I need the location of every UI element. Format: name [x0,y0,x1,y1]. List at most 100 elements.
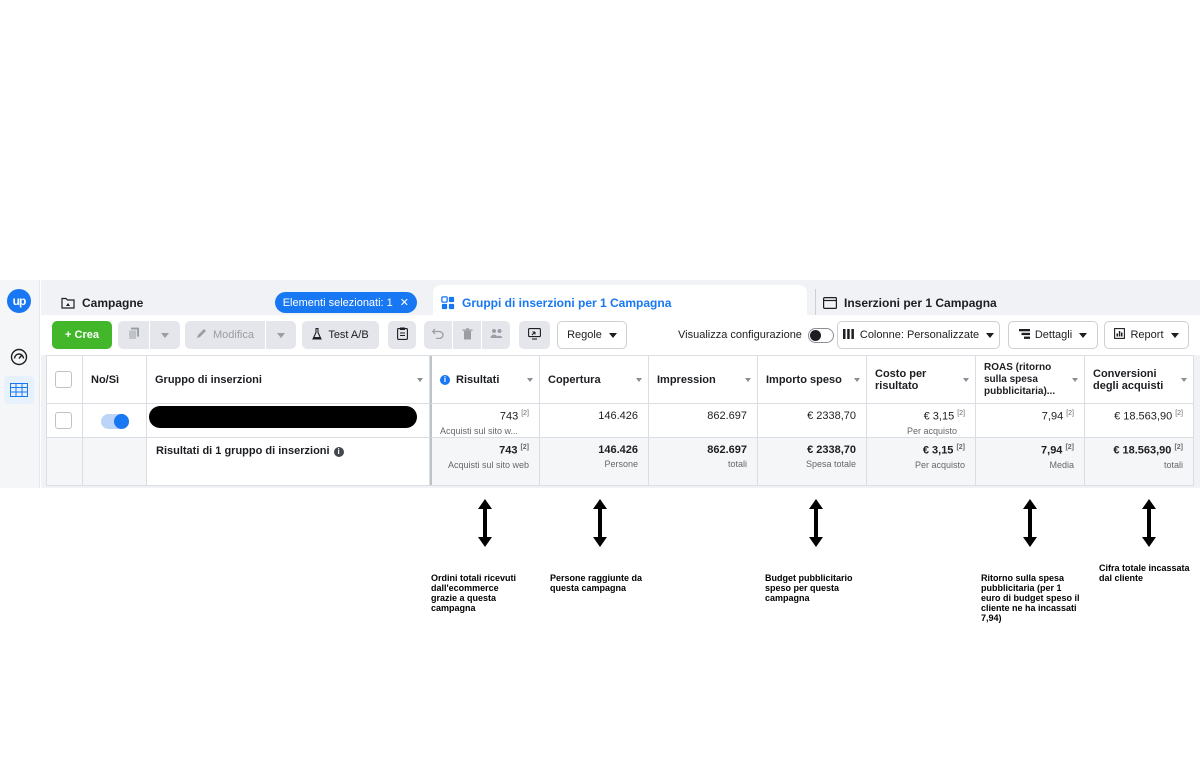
rules-dropdown[interactable]: Regole [557,321,627,349]
total-roas-subtext: Media [1049,459,1074,470]
sort-icon [417,377,423,382]
onoff-header-label: No/Sì [91,373,120,386]
redacted-name [149,406,417,428]
gauge-icon[interactable] [9,347,29,367]
column-header-purchase-conversions[interactable]: Conversioni degli acquisti [1085,356,1193,404]
total-reach-cell: 146.426 Persone [540,438,649,485]
report-icon [1114,328,1126,342]
flask-icon [312,327,323,343]
export-button[interactable] [519,321,550,349]
edit-button[interactable]: Modifica [185,321,265,349]
share-icon [528,327,541,343]
ad-window-icon [823,296,837,310]
roas-value: 7,94 [2] [1041,410,1074,423]
columns-dropdown[interactable]: Colonne: Personalizzate [837,321,1000,349]
trash-icon [462,327,473,343]
total-onoff-cell [83,438,147,485]
impressions-value: 862.697 [707,410,747,422]
column-header-cost-per-result[interactable]: Costo per risultato [867,356,976,404]
total-results-value: 743 [2] [499,444,529,457]
selected-filter-pill[interactable]: Elementi selezionati: 1 ✕ [274,292,417,313]
table-grid-icon[interactable] [4,376,34,404]
sort-icon [1072,377,1078,382]
chevron-down-icon [1079,332,1088,338]
total-reach-subtext: Persone [604,459,638,469]
double-arrow-icon [1023,499,1037,547]
column-header-name[interactable]: Gruppo di inserzioni [147,356,430,404]
edit-dropdown[interactable] [266,321,296,349]
undo-button[interactable] [424,321,452,349]
row-results-cell: 743 [2] Acquisti sul sito w... [430,404,540,438]
duplicate-dropdown[interactable] [150,321,180,349]
total-conv-value: € 18.563,90 [2] [1113,444,1183,457]
undo-icon [431,328,444,342]
adset-toggle[interactable] [101,414,129,429]
breakdown-dropdown[interactable]: Dettagli [1008,321,1098,349]
double-arrow-icon [1142,499,1156,547]
audience-button[interactable] [482,321,510,349]
row-reach-cell: 146.426 [540,404,649,438]
column-header-reach[interactable]: Copertura [540,356,649,404]
tab-adsets-label: Gruppi di inserzioni per 1 Campagna [462,295,672,310]
total-impressions-subtext: totali [727,459,747,469]
create-button[interactable]: + Crea [52,321,112,349]
view-config-toggle[interactable] [807,327,834,343]
reach-value: 146.426 [598,410,638,422]
columns-icon [842,328,854,342]
breakdown-icon [1018,328,1030,342]
ab-test-label: Test A/B [328,329,369,341]
edit-label: Modifica [213,329,254,341]
column-header-spend[interactable]: Importo speso [758,356,867,404]
total-select-cell [47,438,83,485]
row-roas-cell: 7,94 [2] [976,404,1085,438]
chevron-down-icon [277,332,285,338]
clipboard-icon [396,327,408,343]
clipboard-button[interactable] [388,321,416,349]
folder-icon [61,296,75,310]
total-label: Risultati di 1 gruppo di inserzioni [156,445,330,457]
column-header-impressions[interactable]: Impression [649,356,758,404]
adset-name-cell[interactable] [147,404,430,438]
row-checkbox[interactable] [55,412,72,429]
column-header-onoff[interactable]: No/Sì [83,356,147,404]
total-conv-cell: € 18.563,90 [2] totali [1085,438,1193,485]
total-spend-cell: € 2338,70 Spesa totale [758,438,867,485]
sort-icon [854,377,860,382]
duplicate-button[interactable] [118,321,149,349]
column-header-results[interactable]: i Risultati [430,356,540,404]
sort-icon [963,377,969,382]
adsets-table: No/Sì Gruppo di inserzioni i Risultati Co… [46,355,1194,486]
chevron-down-icon [608,332,617,338]
columns-label: Colonne: Personalizzate [859,329,980,341]
app-logo[interactable]: up [7,289,31,313]
column-header-roas[interactable]: ROAS (ritorno sulla spesa pubblicitaria)… [976,356,1085,404]
close-icon[interactable]: ✕ [400,296,409,309]
spend-header-label: Importo speso [766,373,842,386]
cpr-subtext: Per acquisto [907,425,958,436]
row-impressions-cell: 862.697 [649,404,758,438]
row-cpr-cell: € 3,15 [2] Per acquisto [867,404,976,438]
select-all-checkbox[interactable] [55,371,72,388]
chevron-down-icon [161,332,169,338]
grid-icon [441,295,455,310]
total-cpr-subtext: Per acquisto [914,459,965,470]
double-arrow-icon [593,499,607,547]
total-cpr-cell: € 3,15 [2] Per acquisto [867,438,976,485]
delete-button[interactable] [453,321,481,349]
row-conv-cell: € 18.563,90 [2] [1085,404,1193,438]
total-conv-subtext: totali [1163,459,1183,470]
annotation-spend: Budget pubblicitario speso per questa ca… [765,573,853,603]
chevron-down-icon [986,332,995,338]
total-impressions-value: 862.697 [707,444,747,456]
report-dropdown[interactable]: Report [1104,321,1189,349]
total-roas-cell: 7,94 [2] Media [976,438,1085,485]
cpr-header-label: Costo per risultato [875,367,927,392]
annotation-reach: Persone raggiunte da questa campagna [550,573,643,593]
spend-value: € 2338,70 [807,410,856,422]
info-icon: i [440,374,450,385]
total-label-cell: Risultati di 1 gruppo di inserzioni i [147,438,430,485]
sort-icon [527,377,533,382]
rules-label: Regole [567,329,602,341]
ab-test-button[interactable]: Test A/B [302,321,379,349]
people-icon [490,328,503,342]
